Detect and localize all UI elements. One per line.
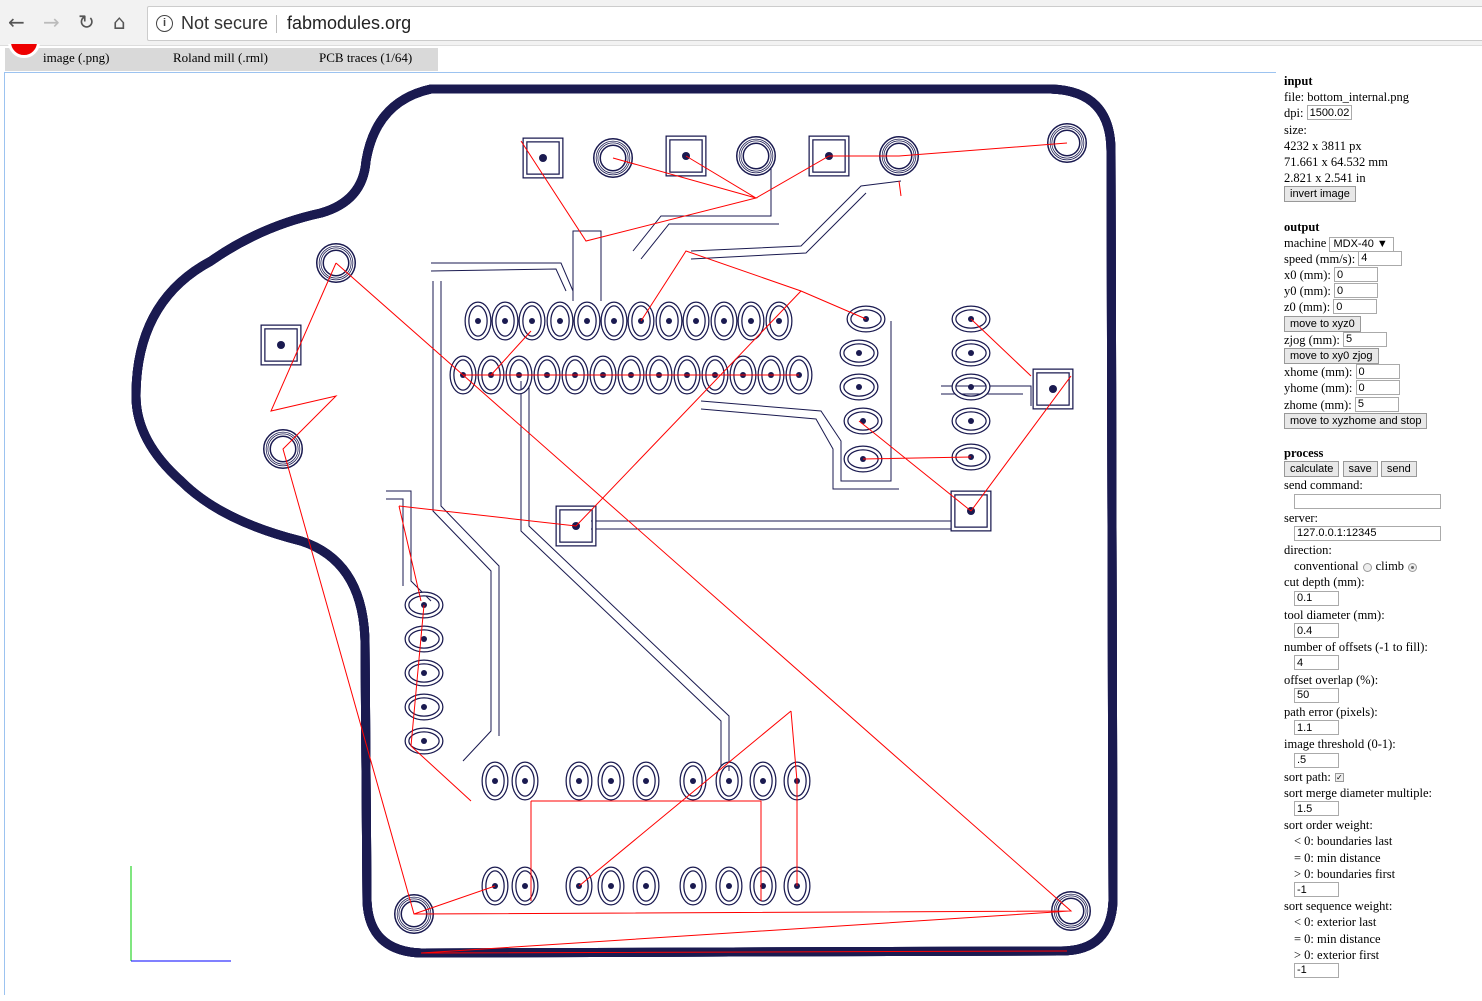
invert-image-button[interactable]: invert image [1284, 186, 1356, 203]
output-heading: output [1284, 219, 1320, 234]
settings-panel: input file: bottom_internal.png dpi: siz… [1284, 73, 1482, 979]
yhome-input[interactable] [1355, 380, 1400, 396]
zjog-label: zjog (mm): [1284, 332, 1340, 347]
back-icon[interactable]: ← [8, 10, 25, 34]
zhome-label: zhome (mm): [1284, 397, 1352, 412]
address-bar[interactable]: i Not secure fabmodules.org [147, 6, 1482, 41]
info-icon[interactable]: i [156, 15, 173, 32]
divider [276, 15, 277, 33]
path-error-input[interactable] [1294, 720, 1339, 736]
order-option: > 0: boundaries first [1294, 866, 1396, 881]
input-heading: input [1284, 74, 1313, 88]
z0-label: z0 (mm): [1284, 300, 1331, 315]
zjog-input[interactable] [1343, 331, 1388, 347]
size-in: 2.821 x 2.541 in [1284, 171, 1366, 186]
cut-depth-input[interactable] [1294, 590, 1339, 606]
z0-input[interactable] [1333, 299, 1378, 315]
file-label: file: bottom_internal.png [1284, 90, 1409, 105]
order-label: sort order weight: [1284, 818, 1373, 833]
merge-input[interactable] [1294, 801, 1339, 817]
path-error-label: path error (pixels): [1284, 704, 1378, 719]
climb-label: climb [1375, 559, 1405, 574]
size-mm: 71.661 x 64.532 mm [1284, 154, 1388, 169]
reload-icon[interactable]: ↻ [78, 10, 95, 34]
xhome-input[interactable] [1355, 364, 1400, 380]
process-heading: process [1284, 445, 1324, 460]
speed-input[interactable] [1358, 250, 1403, 266]
machine-select[interactable]: MDX-40 ▼ [1329, 236, 1395, 252]
send-button[interactable]: send [1380, 461, 1417, 478]
x0-label: x0 (mm): [1284, 268, 1331, 283]
offsets-input[interactable] [1294, 655, 1339, 671]
speed-label: speed (mm/s): [1284, 251, 1356, 266]
overlap-label: offset overlap (%): [1284, 672, 1379, 687]
climb-radio[interactable] [1408, 562, 1418, 572]
server-input[interactable] [1294, 525, 1441, 541]
send-command-label: send command: [1284, 478, 1363, 493]
sequence-option: > 0: exterior first [1294, 947, 1380, 962]
dpi-label: dpi: [1284, 106, 1304, 121]
traces [386, 161, 1032, 771]
tab-image[interactable]: image (.png) [43, 50, 109, 66]
machine-label: machine [1284, 235, 1327, 250]
fab-logo [8, 44, 40, 60]
forward-icon[interactable]: → [43, 10, 60, 34]
x0-input[interactable] [1334, 267, 1378, 283]
xhome-label: xhome (mm): [1284, 365, 1353, 380]
order-option: < 0: boundaries last [1294, 834, 1393, 849]
size-px: 4232 x 3811 px [1284, 138, 1362, 153]
direction-label: direction: [1284, 543, 1332, 558]
security-label: Not secure [181, 13, 269, 33]
yhome-label: yhome (mm): [1284, 381, 1353, 396]
tool-diameter-input[interactable] [1294, 623, 1339, 639]
sequence-option: < 0: exterior last [1294, 915, 1377, 930]
calculate-button[interactable]: calculate [1284, 461, 1340, 478]
toolpath-view [130, 84, 1118, 962]
tool-diameter-label: tool diameter (mm): [1284, 607, 1385, 622]
sort-path-checkbox[interactable]: ✓ [1334, 773, 1344, 783]
dpi-input[interactable] [1306, 105, 1352, 121]
y0-input[interactable] [1334, 283, 1378, 299]
tab-roland-mill[interactable]: Roland mill (.rml) [173, 50, 268, 66]
sequence-label: sort sequence weight: [1284, 899, 1393, 914]
save-button[interactable]: save [1342, 461, 1378, 478]
overlap-input[interactable] [1294, 687, 1339, 703]
url-text: fabmodules.org [287, 13, 412, 33]
move-to-home-button[interactable]: move to xyzhome and stop [1284, 412, 1428, 429]
zhome-input[interactable] [1354, 396, 1399, 412]
module-tabs: image (.png) Roland mill (.rml) PCB trac… [5, 48, 438, 71]
move-to-zjog-button[interactable]: move to xy0 zjog [1284, 348, 1379, 365]
sort-path-label: sort path: [1284, 769, 1331, 784]
threshold-input[interactable] [1294, 752, 1339, 768]
order-input[interactable] [1294, 882, 1339, 898]
home-icon[interactable]: ⌂ [113, 10, 126, 34]
toolpath-canvas[interactable] [4, 72, 1276, 995]
server-label: server: [1284, 510, 1319, 525]
order-option: = 0: min distance [1294, 850, 1381, 865]
size-label: size: [1284, 122, 1307, 137]
browser-toolbar: ← → ↻ ⌂ i Not secure fabmodules.org [0, 0, 1482, 46]
threshold-label: image threshold (0-1): [1284, 737, 1396, 752]
sequence-input[interactable] [1294, 962, 1339, 978]
tab-pcb-traces[interactable]: PCB traces (1/64) [319, 50, 412, 66]
cut-depth-label: cut depth (mm): [1284, 575, 1365, 590]
merge-label: sort merge diameter multiple: [1284, 785, 1432, 800]
y0-label: y0 (mm): [1284, 284, 1331, 299]
conventional-label: conventional [1294, 559, 1359, 574]
move-to-xyz0-button[interactable]: move to xyz0 [1284, 315, 1361, 332]
jog-moves [270, 140, 1073, 954]
send-command-input[interactable] [1294, 493, 1441, 509]
offsets-label: number of offsets (-1 to fill): [1284, 640, 1428, 655]
sequence-option: = 0: min distance [1294, 931, 1381, 946]
conventional-radio[interactable] [1362, 562, 1372, 572]
